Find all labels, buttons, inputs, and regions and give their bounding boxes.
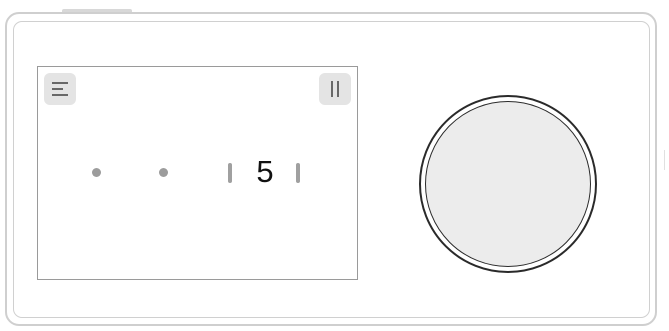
selected-right-marker: [296, 163, 300, 183]
knob-face: [425, 101, 591, 267]
pause-icon: [331, 81, 339, 97]
selector-position-2[interactable]: [159, 168, 168, 177]
device: 5: [0, 0, 669, 331]
menu-icon: [52, 82, 68, 96]
pause-button[interactable]: [319, 73, 351, 105]
selected-left-marker: [228, 163, 232, 183]
selected-value: 5: [256, 154, 274, 189]
selector-position-1[interactable]: [92, 168, 101, 177]
menu-button[interactable]: [44, 73, 76, 105]
device-side-edge: [664, 150, 669, 170]
rotary-knob[interactable]: [419, 95, 597, 273]
display-screen: 5: [37, 66, 358, 280]
